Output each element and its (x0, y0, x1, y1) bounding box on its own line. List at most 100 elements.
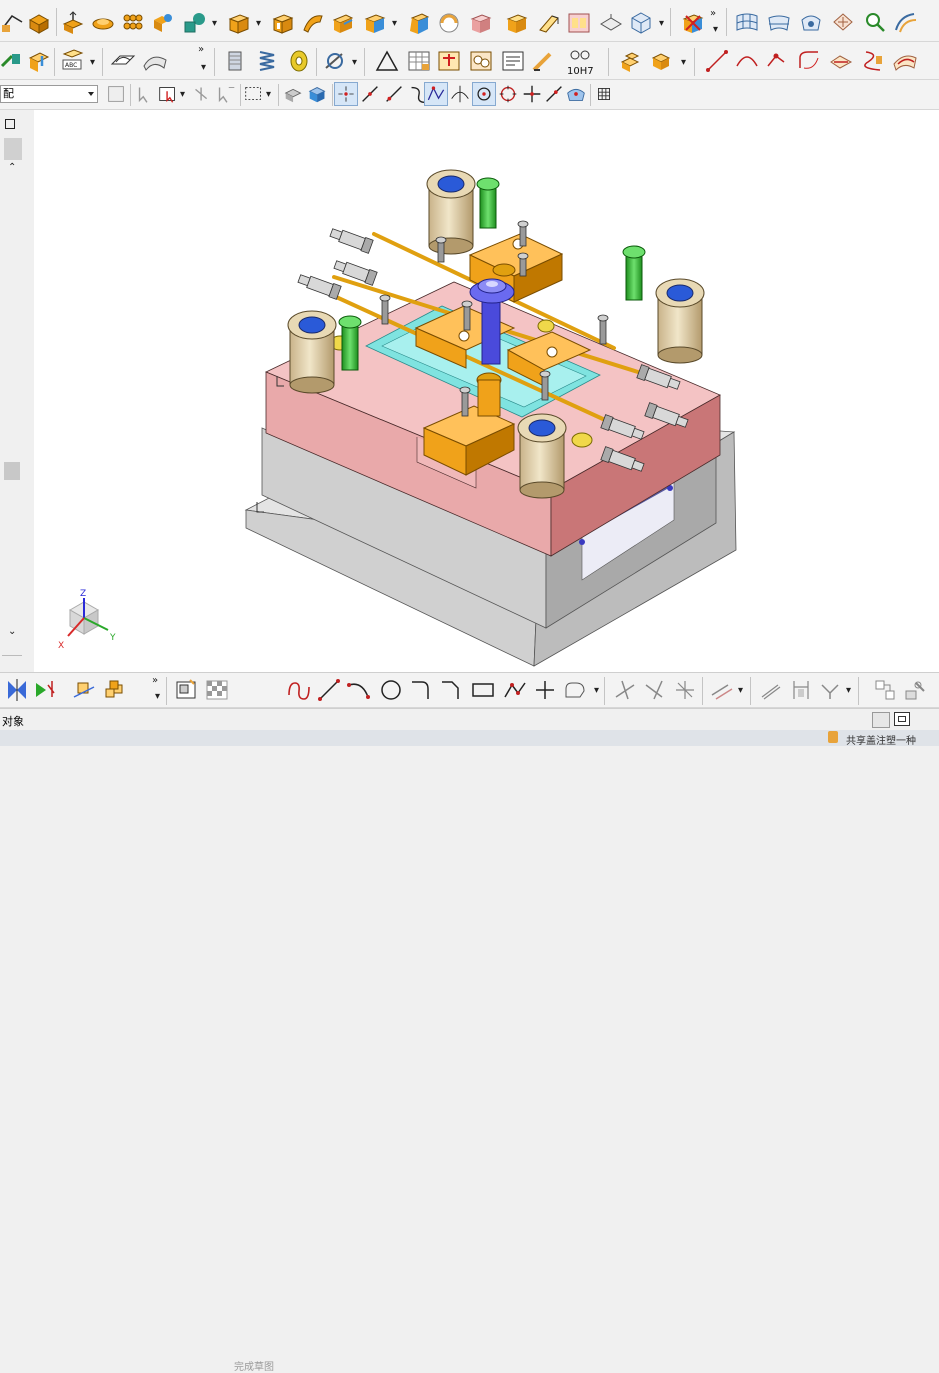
offset-curve-icon[interactable] (0, 48, 26, 74)
snap-center-icon[interactable] (472, 82, 496, 106)
scroll-up-icon[interactable]: ⌃ (8, 162, 16, 173)
snap-polyline-icon[interactable] (424, 82, 448, 106)
triangle-icon[interactable] (374, 48, 400, 74)
trim-body-icon[interactable] (536, 10, 562, 36)
bridge-curve-icon[interactable] (828, 48, 854, 74)
constraint-filter-icon[interactable] (818, 677, 844, 703)
cylinder-part-icon[interactable] (222, 48, 248, 74)
snap-point-icon[interactable] (190, 82, 214, 106)
assembly-blocks-icon[interactable] (650, 48, 676, 74)
point-set-icon[interactable] (764, 48, 790, 74)
sketch-frame-icon[interactable] (174, 677, 200, 703)
block-icon[interactable] (26, 10, 52, 36)
unite-icon[interactable] (150, 10, 176, 36)
mirror-body-icon[interactable] (566, 10, 592, 36)
panel-tab[interactable] (4, 138, 22, 160)
snap-midpoint-icon[interactable] (358, 82, 382, 106)
delete-body-icon[interactable] (680, 10, 706, 36)
washer-icon[interactable] (286, 48, 312, 74)
move-face-icon[interactable] (26, 48, 52, 74)
fullscreen-icon[interactable] (894, 712, 910, 726)
sketch-settings-icon[interactable] (872, 677, 898, 703)
snap-on-curve-icon[interactable] (542, 82, 566, 106)
hollow-icon[interactable] (270, 10, 296, 36)
sketch-circle-icon[interactable] (378, 677, 404, 703)
hide-body-icon[interactable] (282, 82, 306, 106)
spring-icon[interactable] (254, 48, 280, 74)
shell-icon[interactable] (362, 10, 388, 36)
weld-icon[interactable] (530, 48, 556, 74)
dimension-icon[interactable] (788, 677, 814, 703)
sketch-icon[interactable] (4, 677, 30, 703)
snap-tangent-icon[interactable] (448, 82, 472, 106)
draft-icon[interactable] (406, 10, 432, 36)
geometric-constraint-icon[interactable] (758, 677, 784, 703)
stack-blocks-icon[interactable] (618, 48, 644, 74)
studio-surface-icon[interactable] (830, 10, 856, 36)
quick-extend-icon[interactable] (642, 677, 668, 703)
grid-icon[interactable] (592, 82, 616, 106)
n-sided-surface-icon[interactable] (892, 10, 918, 36)
balloon-icon[interactable] (468, 48, 494, 74)
graphics-window[interactable]: Z Y X (34, 110, 939, 672)
offset-sketch-curve-icon[interactable] (708, 677, 734, 703)
type-filter-select[interactable]: 配 (0, 85, 98, 103)
snap-arrow-icon[interactable] (134, 82, 158, 106)
status-toggle-icon[interactable] (872, 712, 890, 728)
table-icon[interactable] (406, 48, 432, 74)
solid-block-icon[interactable] (504, 10, 530, 36)
snap-endpoint-icon[interactable] (334, 82, 358, 106)
surface-blend-icon[interactable] (142, 48, 168, 74)
curve-on-surface-icon[interactable] (892, 48, 918, 74)
chamfer-icon[interactable] (468, 10, 494, 36)
sketch-chamfer-icon[interactable] (438, 677, 464, 703)
selection-filter-icon[interactable] (104, 82, 128, 106)
assembly-constraint-icon[interactable] (322, 48, 348, 74)
rectangle-select-icon[interactable] (242, 82, 266, 106)
round-icon[interactable] (436, 10, 462, 36)
snap-intersection-icon[interactable] (520, 82, 544, 106)
sketch-polygon-icon[interactable] (502, 677, 528, 703)
relations-browser-icon[interactable] (902, 677, 928, 703)
maximize-icon[interactable] (5, 119, 15, 129)
text-tag-icon[interactable]: ABC (60, 48, 86, 74)
note-icon[interactable] (500, 48, 526, 74)
scroll-thumb[interactable] (4, 462, 20, 480)
box-icon[interactable] (226, 10, 252, 36)
pattern-icon[interactable] (120, 10, 146, 36)
arc-icon[interactable] (734, 48, 760, 74)
sketch-constraint-icon[interactable] (72, 677, 98, 703)
quick-trim-icon[interactable] (612, 677, 638, 703)
sketch-arc-icon[interactable] (346, 677, 372, 703)
scroll-down-icon[interactable]: ⌄ (8, 626, 16, 637)
polygon-body-icon[interactable] (628, 10, 654, 36)
sketch-point-plus-icon[interactable] (532, 677, 558, 703)
show-body-icon[interactable] (306, 82, 330, 106)
sketch-fillet-icon[interactable] (408, 677, 434, 703)
sketch-blocks-icon[interactable] (102, 677, 128, 703)
shape-icon[interactable] (182, 10, 208, 36)
mold-assembly-model[interactable]: Z Y X (34, 110, 939, 672)
snap-on-surface-icon[interactable] (564, 82, 588, 106)
curve-icon[interactable] (0, 10, 26, 36)
extrude-icon[interactable] (60, 10, 86, 36)
ruled-surface-icon[interactable] (798, 10, 824, 36)
sketch-studio-spline-icon[interactable] (562, 677, 588, 703)
sketch-line-icon[interactable] (316, 677, 342, 703)
profile-icon[interactable] (286, 677, 312, 703)
app-icon[interactable] (828, 731, 838, 743)
section-surface-icon[interactable] (862, 10, 888, 36)
line-icon[interactable] (704, 48, 730, 74)
surface-patch-icon[interactable] (598, 10, 624, 36)
finish-sketch-label[interactable]: 完成草图 (234, 1358, 274, 1373)
snap-quadrant-icon[interactable] (496, 82, 520, 106)
project-curve-icon[interactable] (860, 48, 886, 74)
fillet-curve-icon[interactable] (796, 48, 822, 74)
quick-pick-icon[interactable] (214, 82, 238, 106)
select-region-icon[interactable] (156, 82, 180, 106)
pad-icon[interactable] (90, 10, 116, 36)
sketch-plane-icon[interactable] (110, 48, 136, 74)
sketch-point-icon[interactable] (32, 677, 58, 703)
offset-face-icon[interactable] (330, 10, 356, 36)
sketch-rectangle-icon[interactable] (470, 677, 496, 703)
